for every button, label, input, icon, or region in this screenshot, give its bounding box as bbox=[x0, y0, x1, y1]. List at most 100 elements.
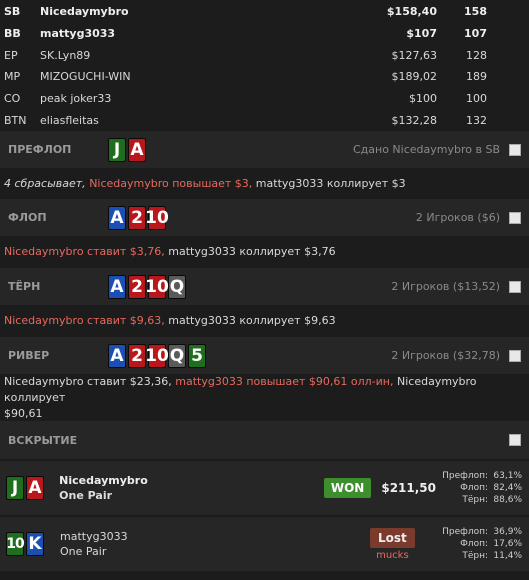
playing-card: Q bbox=[168, 343, 186, 368]
street-checkbox[interactable] bbox=[509, 349, 521, 362]
action-text: $90,61 bbox=[4, 406, 43, 420]
street-info-group: 2 Игроков ($13,52) bbox=[391, 280, 521, 293]
equity-label: Флоп: bbox=[460, 483, 488, 494]
player-row: BTN eliasfleitas $132,28 132 bbox=[0, 109, 529, 131]
action-text: 4 сбрасывает, bbox=[4, 176, 90, 190]
showdown-row-winner: J A Nicedaymybro One Pair WON $211,50 Пр… bbox=[0, 461, 529, 516]
playing-card: A bbox=[128, 137, 146, 162]
player-bb: 100 bbox=[466, 92, 487, 106]
street-action-preflop: 4 сбрасывает, Nicedaymybro повышает $3, … bbox=[0, 168, 529, 200]
player-name: Nicedaymybro bbox=[40, 5, 129, 19]
playing-card: K bbox=[26, 532, 44, 557]
street-title: ВСКРЫТИЕ bbox=[8, 433, 78, 447]
showdown-cards: J A bbox=[6, 476, 59, 501]
player-bb: 158 bbox=[464, 5, 487, 19]
street-header-turn: ТЁРН A 2 10 Q 2 Игроков ($13,52) bbox=[0, 268, 529, 306]
player-position: SB bbox=[4, 5, 21, 19]
action-text: Nicedaymybro ставит $23,36, bbox=[4, 374, 176, 388]
player-stack: $189,02 bbox=[391, 70, 438, 84]
street-header-preflop: ПРЕФЛОП J A Сдано Nicedaymybro в SB bbox=[0, 131, 529, 169]
street-checkbox[interactable] bbox=[509, 143, 521, 156]
street-header-flop: ФЛОП A 2 10 2 Игроков ($6) bbox=[0, 199, 529, 237]
playing-card: A bbox=[108, 274, 126, 299]
showdown-hand-rank: One Pair bbox=[59, 489, 113, 503]
playing-card: 5 bbox=[188, 343, 206, 368]
street-action-river: Nicedaymybro ставит $23,36, mattyg3033 п… bbox=[0, 374, 529, 422]
player-name: eliasfleitas bbox=[40, 113, 99, 127]
action-text: mattyg3033 коллирует $3,76 bbox=[164, 245, 336, 259]
equity-value: 36,9% bbox=[493, 527, 522, 538]
street-info-group: 2 Игроков ($6) bbox=[416, 211, 521, 224]
street-title: ТЁРН bbox=[8, 280, 41, 294]
street-info-group: 2 Игроков ($32,78) bbox=[391, 349, 521, 362]
street-checkbox[interactable] bbox=[509, 211, 521, 224]
street-title: ПРЕФЛОП bbox=[8, 143, 72, 157]
playing-card: 2 bbox=[128, 274, 146, 299]
lost-badge: Lost bbox=[370, 527, 415, 548]
action-text-highlight: mattyg3033 повышает $90,61 олл-ин, bbox=[175, 374, 394, 388]
player-row: CO peak joker33 $100 100 bbox=[0, 88, 529, 110]
won-amount: $211,50 bbox=[381, 481, 436, 496]
playing-card: J bbox=[6, 476, 24, 501]
player-bb: 132 bbox=[466, 113, 487, 127]
equity-label: Тёрн: bbox=[462, 495, 488, 506]
showdown-hand-rank: One Pair bbox=[60, 545, 107, 559]
street-cards: A 2 10 bbox=[108, 205, 169, 230]
street-title: РИВЕР bbox=[8, 349, 50, 363]
playing-card: A bbox=[26, 476, 44, 501]
street-header-river: РИВЕР A 2 10 Q 5 2 Игроков ($32,78) bbox=[0, 337, 529, 375]
player-bb: 107 bbox=[464, 27, 487, 41]
player-row: EP SK.Lyn89 $127,63 128 bbox=[0, 44, 529, 66]
playing-card: 10 bbox=[145, 274, 169, 299]
showdown-cards: 10 K bbox=[6, 532, 60, 557]
street-action-flop: Nicedaymybro ставит $3,76, mattyg3033 ко… bbox=[0, 236, 529, 269]
equity-value: 17,6% bbox=[493, 539, 522, 550]
player-stack: $158,40 bbox=[386, 5, 437, 19]
player-bb: 128 bbox=[466, 48, 487, 62]
player-row: MP MIZOGUCHI-WIN $189,02 189 bbox=[0, 66, 529, 88]
showdown-player: mattyg3033 One Pair bbox=[60, 530, 210, 558]
playing-card: Q bbox=[168, 274, 186, 299]
equity-label: Префлоп: bbox=[442, 471, 488, 482]
equity-label: Префлоп: bbox=[442, 527, 488, 538]
player-position: BTN bbox=[4, 113, 27, 127]
result-group: WON $211,50 bbox=[323, 478, 436, 499]
players-table: SB Nicedaymybro $158,40 158 BB mattyg303… bbox=[0, 0, 529, 132]
player-bb: 189 bbox=[466, 70, 487, 84]
playing-card: J bbox=[108, 137, 126, 162]
playing-card: 10 bbox=[6, 532, 25, 557]
street-checkbox[interactable] bbox=[509, 434, 521, 447]
player-position: MP bbox=[4, 70, 21, 84]
mucks-label: mucks bbox=[376, 549, 409, 561]
player-stack: $132,28 bbox=[391, 113, 438, 127]
street-action-turn: Nicedaymybro ставит $9,63, mattyg3033 ко… bbox=[0, 305, 529, 338]
equity-value: 11,4% bbox=[493, 551, 522, 562]
equity-value: 82,4% bbox=[493, 483, 522, 494]
action-text-highlight: Nicedaymybro ставит $9,63, bbox=[4, 314, 165, 328]
player-stack: $100 bbox=[409, 92, 437, 106]
street-info: Сдано Nicedaymybro в SB bbox=[352, 143, 500, 157]
street-cards: A 2 10 Q bbox=[108, 274, 186, 299]
player-name: MIZOGUCHI-WIN bbox=[40, 70, 131, 84]
showdown-player-name: Nicedaymybro bbox=[59, 474, 148, 488]
action-text-highlight: Nicedaymybro повышает $3, bbox=[89, 176, 253, 190]
street-cards: A 2 10 Q 5 bbox=[108, 343, 206, 368]
street-title: ФЛОП bbox=[8, 211, 47, 225]
equity-table: Префлоп: 63,1% Флоп: 82,4% Тёрн: 88,6% bbox=[436, 470, 522, 506]
won-badge: WON bbox=[323, 478, 372, 499]
equity-label: Тёрн: bbox=[462, 551, 488, 562]
playing-card: A bbox=[108, 205, 126, 230]
street-header-showdown: ВСКРЫТИЕ bbox=[0, 421, 529, 460]
street-info-group bbox=[500, 434, 521, 447]
playing-card: 2 bbox=[128, 343, 146, 368]
street-checkbox[interactable] bbox=[509, 280, 521, 293]
showdown-row-loser: 10 K mattyg3033 One Pair Lost mucks Преф… bbox=[0, 517, 529, 572]
result-group: Lost mucks bbox=[370, 527, 415, 561]
action-text-highlight: Nicedaymybro ставит $3,76, bbox=[4, 245, 165, 259]
player-name: peak joker33 bbox=[40, 92, 112, 106]
playing-card: 10 bbox=[145, 343, 169, 368]
player-name: mattyg3033 bbox=[40, 27, 116, 41]
player-position: CO bbox=[4, 92, 21, 106]
player-name: SK.Lyn89 bbox=[40, 48, 91, 62]
action-text: mattyg3033 коллирует $3 bbox=[252, 176, 406, 190]
